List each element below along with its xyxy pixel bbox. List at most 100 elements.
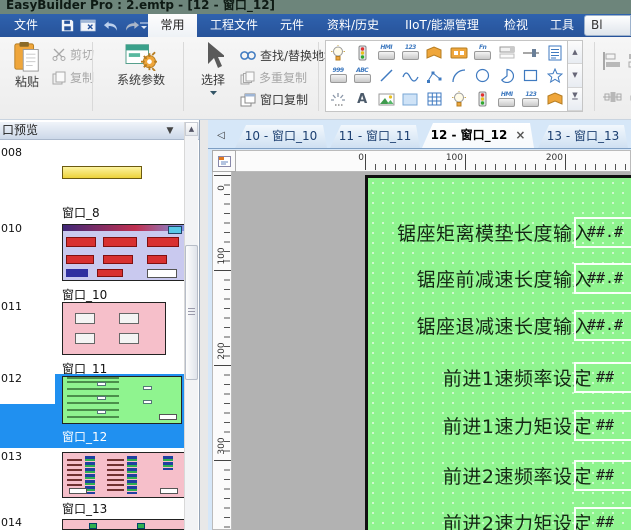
text-object[interactable]: 锯座退减速长度输入 (416, 312, 592, 339)
text-object[interactable]: 前进1速频率设定 (443, 364, 592, 391)
window-copy-button[interactable]: 窗口复制 (240, 91, 308, 108)
select-button[interactable]: 选择 (192, 41, 234, 96)
multi-copy-button[interactable]: 多重复制 (240, 69, 307, 86)
tab-close-icon[interactable]: × (515, 123, 525, 148)
cut-button[interactable]: 剪切 (52, 46, 94, 63)
distribute-vertical-button[interactable] (625, 85, 631, 109)
gallery-scroll-down-icon[interactable]: ▼ (568, 64, 582, 87)
right-toolbar-button[interactable]: Bl (584, 15, 631, 36)
tag-icon[interactable] (543, 88, 567, 111)
table-icon[interactable] (422, 88, 446, 111)
ribbon-tab-iiot-energy[interactable]: IIoT/能源管理 (393, 14, 491, 37)
switch-icon[interactable] (447, 41, 471, 64)
save-icon[interactable] (58, 17, 76, 34)
window-12-design-surface[interactable]: 锯座矩离模垫长度输入##.# 锯座前减速长度输入##.# 锯座退减速长度输入##… (365, 175, 631, 530)
burst-icon[interactable] (326, 88, 350, 111)
combo-button-icon[interactable] (495, 41, 519, 64)
wave-icon[interactable] (398, 64, 422, 87)
ruler-label: 100 (212, 246, 232, 266)
ribbon-tab-data-history[interactable]: 资料/历史 (317, 14, 389, 37)
undo-icon[interactable] (101, 17, 119, 34)
system-parameters-button[interactable]: 系统参数 (110, 41, 172, 88)
copy-button[interactable]: 复制 (52, 69, 94, 86)
ribbon: 粘贴 剪切 复制 系统参数 选择 查找/替换地址 多重复制 (0, 37, 631, 120)
numeric-input-object[interactable]: ## (574, 460, 631, 491)
tab-window-10[interactable]: 10 - 窗口_10 (235, 125, 327, 148)
keypad-hmi-icon[interactable]: HMI (495, 88, 519, 111)
thumbnail-window-10[interactable] (62, 224, 185, 281)
text-object[interactable]: 前进2速频率设定 (443, 462, 592, 489)
ribbon-tab-tool[interactable]: 工具 (541, 14, 583, 37)
export-icon[interactable] (79, 17, 97, 34)
thumbnail-window-13[interactable] (62, 452, 185, 498)
indicator-lamp-icon[interactable] (326, 41, 350, 64)
tag-icon[interactable] (422, 41, 446, 64)
filled-rectangle-icon[interactable] (398, 88, 422, 111)
scrollbar-up-icon[interactable]: ▲ (185, 122, 198, 136)
align-center-button[interactable] (625, 49, 631, 73)
gallery-scroll-up-icon[interactable]: ▲ (568, 41, 582, 64)
numeric-input-object[interactable]: ## (574, 410, 631, 441)
find-replace-address-button[interactable]: 查找/替换地址 (240, 47, 336, 64)
traffic-light-icon[interactable] (350, 41, 374, 64)
rectangle-icon[interactable] (519, 64, 543, 87)
tab-window-12[interactable]: 12 - 窗口_12× (422, 123, 534, 148)
ribbon-tab-view[interactable]: 检视 (495, 14, 537, 37)
numeric-input-object[interactable]: ## (574, 507, 631, 530)
window-number: 012 (1, 372, 22, 385)
keypad-123-icon[interactable]: 123 (519, 88, 543, 111)
circle-icon[interactable] (471, 64, 495, 87)
ribbon-tab-object[interactable]: 元件 (271, 14, 313, 37)
line-icon[interactable] (374, 64, 398, 87)
window-number: 013 (1, 450, 22, 463)
keypad-abc-icon[interactable]: ABC (350, 64, 374, 87)
arc-icon[interactable] (447, 64, 471, 87)
design-canvas[interactable]: 锯座矩离模垫长度输入##.# 锯座前减速长度输入##.# 锯座退减速长度输入##… (232, 172, 631, 530)
traffic-light-icon[interactable] (471, 88, 495, 111)
gallery-more-icon[interactable]: ▼▔ (568, 88, 582, 111)
panel-menu-icon[interactable]: ▼ (163, 125, 177, 138)
text-object[interactable]: 锯座前减速长度输入 (416, 265, 592, 292)
distribute-horizontal-button[interactable] (600, 85, 624, 109)
slider-icon[interactable] (519, 41, 543, 64)
ribbon-tab-project[interactable]: 工程文件 (202, 14, 266, 37)
numeric-input-object[interactable]: ## (574, 362, 631, 393)
ribbon-separator (594, 42, 595, 111)
keypad-123-icon[interactable]: 123 (398, 41, 422, 64)
text-icon[interactable]: A (350, 88, 374, 111)
window-number: 014 (1, 516, 22, 529)
thumbnail-window-11[interactable] (62, 302, 166, 355)
tab-scroll-left-icon[interactable]: ◁ (214, 128, 228, 144)
text-object[interactable]: 前进2速力矩设定 (443, 509, 592, 530)
ribbon-tab-home[interactable]: 常用 (148, 14, 197, 37)
ribbon-separator (318, 42, 319, 111)
select-cursor-icon (202, 41, 224, 71)
thumbnail-window-14[interactable] (62, 519, 185, 530)
text-object[interactable]: 锯座矩离模垫长度输入 (397, 219, 592, 246)
star-icon[interactable] (543, 64, 567, 87)
paste-button[interactable]: 粘贴 (8, 41, 46, 90)
keypad-hmi-icon[interactable]: HMI (374, 41, 398, 64)
panel-scrollbar[interactable]: ▲ (184, 122, 198, 530)
function-key-icon[interactable]: Fn (471, 41, 495, 64)
text-object[interactable]: 前进1速力矩设定 (443, 412, 592, 439)
tab-window-11[interactable]: 11 - 窗口_11 (330, 125, 420, 148)
align-left-button[interactable] (600, 49, 624, 73)
numeric-input-object[interactable]: ##.# (574, 263, 631, 294)
pie-icon[interactable] (495, 64, 519, 87)
thumbnail-window-12[interactable] (62, 376, 182, 424)
indicator-lamp-icon[interactable] (447, 88, 471, 111)
numeric-input-object[interactable]: ##.# (574, 217, 631, 248)
thumbnail-window-8[interactable] (62, 166, 142, 179)
file-menu[interactable]: 文件 (4, 14, 48, 37)
scrollbar-thumb[interactable] (185, 245, 198, 380)
polyline-icon[interactable] (422, 64, 446, 87)
tab-window-13[interactable]: 13 - 窗口_13 (538, 125, 628, 148)
numeric-input-object[interactable]: ##.# (574, 310, 631, 341)
window-number: 011 (1, 300, 22, 313)
menu-bar: 文件 常用 工程文件 元件 资料/历史 IIoT/能源管理 检视 工具 Bl (0, 14, 631, 37)
option-list-icon[interactable] (543, 41, 567, 64)
picture-icon[interactable] (374, 88, 398, 111)
horizontal-ruler: 0 100 200 (236, 150, 631, 172)
keypad-999-icon[interactable]: 999 (326, 64, 350, 87)
